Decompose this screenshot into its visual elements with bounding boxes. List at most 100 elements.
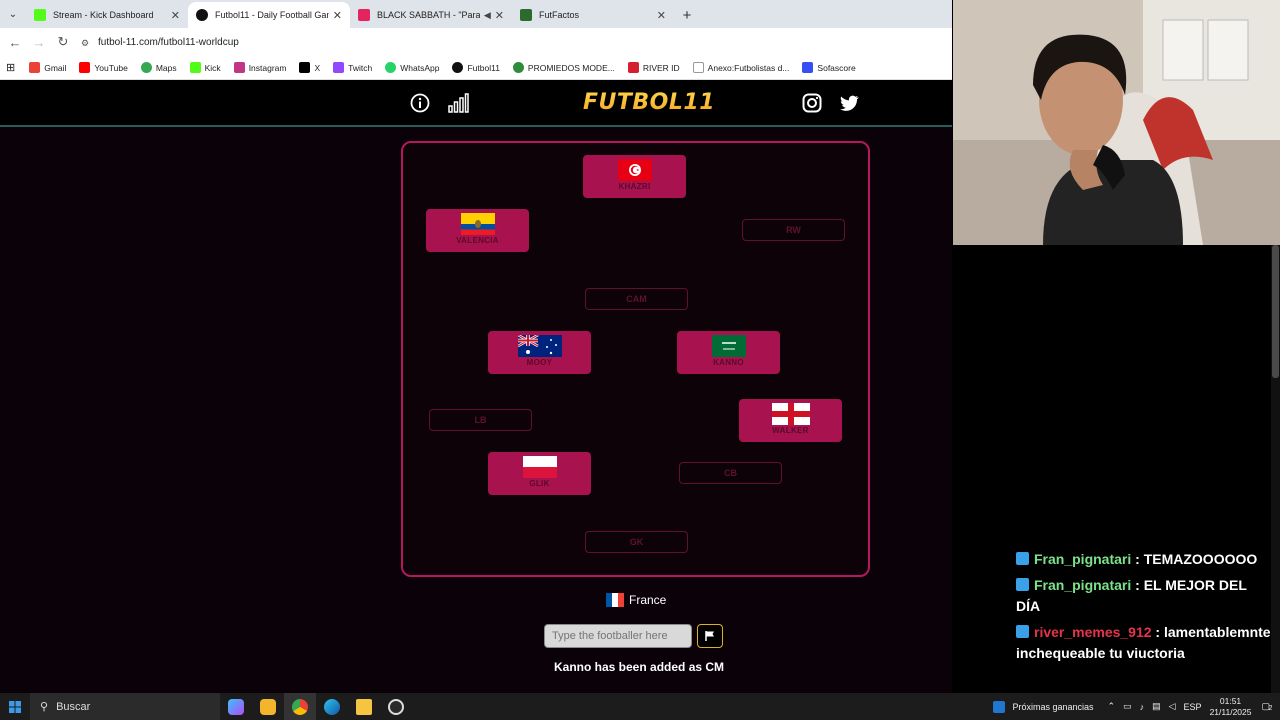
kick-badge-icon bbox=[1016, 625, 1029, 638]
ecuador-flag-icon bbox=[460, 213, 495, 235]
player-card-walker[interactable]: WALKER bbox=[739, 399, 842, 442]
network-icon[interactable]: ▤ bbox=[1152, 701, 1161, 712]
twitter-icon[interactable] bbox=[838, 92, 860, 114]
tab-futbol11[interactable]: Futbol11 - Daily Football Game ✕ bbox=[188, 2, 350, 28]
stats-icon[interactable] bbox=[447, 92, 469, 114]
position-slot-rw[interactable]: RW bbox=[742, 219, 845, 241]
chat-username: Fran_pignatari bbox=[1034, 577, 1132, 593]
system-tray: Próximas ganancias ⌃ ▭ ♪ ▤ ◁ ESP 01:51 2… bbox=[992, 693, 1280, 720]
futbol11-logo[interactable]: FUTBOL11 bbox=[583, 90, 715, 115]
close-tab-icon[interactable]: ✕ bbox=[495, 9, 504, 22]
youtube-icon bbox=[79, 62, 91, 73]
stream-chat: Fran_pignatari : TEMAZOOOOOO Fran_pignat… bbox=[1016, 549, 1272, 669]
futbol11-icon bbox=[452, 62, 464, 73]
site-info-icon[interactable]: ⚙ bbox=[81, 38, 91, 48]
chat-text: TEMAZOOOOOO bbox=[1143, 551, 1258, 567]
player-card-glik[interactable]: GLIK bbox=[488, 452, 591, 495]
tab-black-sabbath[interactable]: BLACK SABBATH - "Paranoid" ◀ ✕ bbox=[350, 2, 512, 28]
position-slot-cam[interactable]: CAM bbox=[585, 288, 688, 310]
country-name: France bbox=[629, 593, 667, 607]
player-card-kanno[interactable]: KANNO bbox=[677, 331, 780, 374]
chrome-app[interactable] bbox=[284, 693, 316, 720]
tab-kick-dashboard[interactable]: Stream - Kick Dashboard ✕ bbox=[26, 2, 188, 28]
new-tab-button[interactable]: + bbox=[674, 2, 700, 28]
obs-icon bbox=[388, 698, 404, 715]
explorer-app[interactable] bbox=[348, 693, 380, 720]
store-app[interactable] bbox=[252, 693, 284, 720]
tunisia-flag-icon bbox=[617, 159, 652, 181]
forward-icon[interactable]: → bbox=[27, 35, 51, 50]
close-tab-icon[interactable]: ✕ bbox=[171, 9, 180, 22]
taskbar: ⚲ Buscar Próximas ganancias ⌃ ▭ ♪ ▤ ◁ ES… bbox=[0, 693, 1280, 720]
windows-icon bbox=[9, 700, 21, 713]
england-flag-icon bbox=[771, 403, 810, 425]
player-card-khazri[interactable]: KHAZRI bbox=[583, 155, 686, 198]
widgets-icon[interactable] bbox=[992, 700, 1005, 713]
wikipedia-icon bbox=[692, 62, 704, 73]
back-icon[interactable]: ← bbox=[3, 35, 27, 50]
instagram-icon bbox=[233, 62, 245, 73]
position-slot-lb[interactable]: LB bbox=[429, 409, 532, 431]
bookmark-anexo[interactable]: Anexo:Futbolistas d... bbox=[692, 62, 789, 73]
bookmark-sofascore[interactable]: Sofascore bbox=[802, 62, 856, 73]
info-icon[interactable] bbox=[409, 92, 431, 114]
bookmark-youtube[interactable]: YouTube bbox=[79, 62, 128, 73]
tab-search-icon[interactable]: ⌄ bbox=[0, 0, 26, 28]
bookmarks-bar: ⊞ Gmail YouTube Maps Kick Instagram X Tw… bbox=[0, 56, 952, 80]
start-button[interactable] bbox=[0, 693, 30, 720]
screen-icon[interactable]: ▭ bbox=[1123, 701, 1132, 712]
close-tab-icon[interactable]: ✕ bbox=[333, 9, 342, 22]
search-icon: ⚲ bbox=[40, 701, 49, 713]
chat-message: Fran_pignatari : TEMAZOOOOOO bbox=[1016, 549, 1272, 570]
bookmark-gmail[interactable]: Gmail bbox=[29, 62, 66, 73]
bookmark-twitch[interactable]: Twitch bbox=[333, 62, 372, 73]
poland-flag-icon bbox=[522, 456, 557, 478]
tab-futfactos[interactable]: FutFactos ✕ bbox=[512, 2, 674, 28]
kick-badge-icon bbox=[1016, 578, 1029, 591]
chevron-up-icon[interactable]: ⌃ bbox=[1108, 701, 1116, 712]
clock[interactable]: 01:51 21/11/2025 bbox=[1210, 696, 1252, 718]
apps-grid-icon[interactable]: ⊞ bbox=[6, 61, 15, 74]
footballer-search-input[interactable] bbox=[544, 624, 692, 648]
copilot-icon bbox=[228, 698, 244, 715]
scrollbar[interactable] bbox=[1271, 245, 1280, 693]
close-tab-icon[interactable]: ✕ bbox=[657, 9, 666, 22]
instagram-icon[interactable] bbox=[801, 92, 823, 114]
promiedos-icon bbox=[512, 62, 524, 73]
bookmark-kick[interactable]: Kick bbox=[189, 62, 221, 73]
player-card-mooy[interactable]: MOOY bbox=[488, 331, 591, 374]
folder-icon bbox=[356, 698, 372, 715]
france-flag-icon bbox=[606, 593, 624, 607]
address-bar: ← → ↻ ⚙ futbol-11.com/futbol11-worldcup bbox=[0, 28, 952, 56]
whatsapp-icon bbox=[385, 62, 397, 73]
microphone-icon[interactable]: ♪ bbox=[1140, 702, 1145, 712]
kick-favicon-icon bbox=[34, 9, 46, 21]
reload-icon[interactable]: ↻ bbox=[51, 34, 75, 50]
notifications-icon[interactable]: ▢ 2 bbox=[1261, 701, 1272, 712]
bookmark-x[interactable]: X bbox=[299, 62, 320, 73]
bookmark-instagram[interactable]: Instagram bbox=[233, 62, 286, 73]
flag-button[interactable] bbox=[697, 624, 723, 648]
widgets-text[interactable]: Próximas ganancias bbox=[1013, 702, 1094, 712]
player-name: GLIK bbox=[529, 479, 550, 488]
url-field[interactable]: ⚙ futbol-11.com/futbol11-worldcup bbox=[81, 37, 239, 48]
player-card-valencia[interactable]: VALENCIA bbox=[426, 209, 529, 252]
pitch: KHAZRI VALENCIA RW CAM MOOY KANNO LB WAL… bbox=[401, 141, 870, 577]
position-slot-cb[interactable]: CB bbox=[679, 462, 782, 484]
edge-app[interactable] bbox=[316, 693, 348, 720]
australia-flag-icon bbox=[517, 335, 562, 357]
bookmark-river-id[interactable]: RIVER ID bbox=[627, 62, 680, 73]
language-indicator[interactable]: ESP bbox=[1184, 702, 1202, 712]
taskbar-search[interactable]: ⚲ Buscar bbox=[30, 693, 220, 720]
speaker-icon[interactable]: ◀ bbox=[484, 10, 491, 21]
copilot-app[interactable] bbox=[220, 693, 252, 720]
volume-icon[interactable]: ◁ bbox=[1169, 701, 1176, 712]
bookmark-whatsapp[interactable]: WhatsApp bbox=[385, 62, 439, 73]
bookmark-maps[interactable]: Maps bbox=[140, 62, 177, 73]
position-slot-gk[interactable]: GK bbox=[585, 531, 688, 553]
bookmark-futbol11[interactable]: Futbol11 bbox=[452, 62, 500, 73]
obs-app[interactable] bbox=[380, 693, 412, 720]
bookmark-promiedos[interactable]: PROMIEDOS MODE... bbox=[512, 62, 615, 73]
player-name: VALENCIA bbox=[456, 236, 499, 245]
scrollbar-thumb[interactable] bbox=[1272, 245, 1279, 378]
